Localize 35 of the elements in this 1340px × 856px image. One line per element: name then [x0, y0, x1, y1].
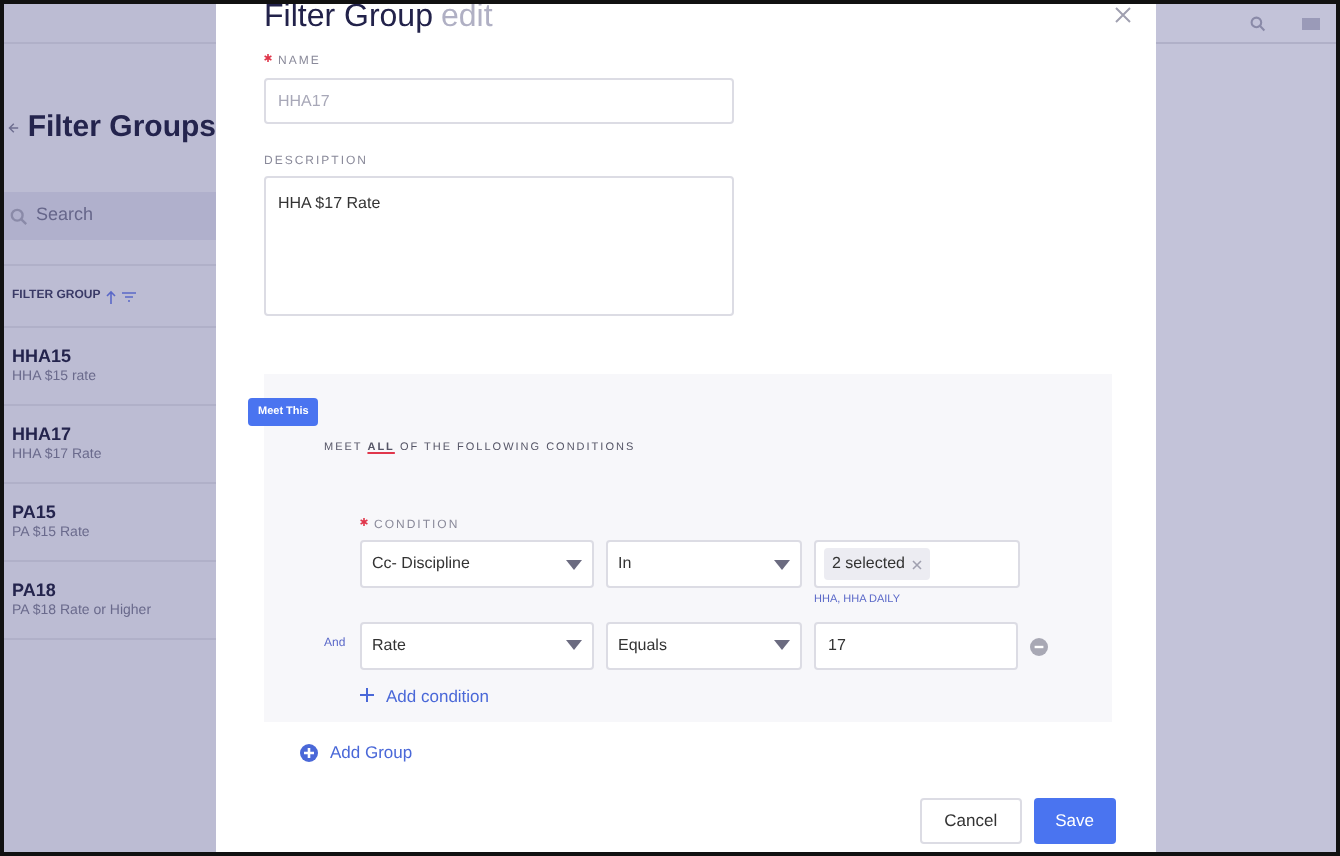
row-name: HHA17: [12, 423, 74, 445]
value-field[interactable]: 17: [814, 621, 1018, 669]
search-icon: [10, 207, 28, 225]
required-icon: [264, 54, 272, 62]
caret-icon: [774, 559, 790, 570]
back-arrow-icon[interactable]: [8, 120, 20, 136]
page-title: Filter Groups: [27, 107, 216, 148]
operator-select[interactable]: Equals: [606, 621, 802, 669]
value-multiselect[interactable]: 2 selected: [814, 540, 1020, 589]
remove-tag-icon[interactable]: [912, 559, 923, 570]
name-field[interactable]: HHA17: [264, 78, 734, 124]
close-icon[interactable]: [1114, 6, 1132, 24]
add-group-button[interactable]: Add Group: [300, 740, 413, 766]
add-condition-button[interactable]: Add condition: [360, 683, 490, 709]
row-name: PA18: [12, 579, 58, 601]
required-icon: [360, 518, 368, 527]
plus-icon: [360, 688, 374, 703]
row-name: PA15: [12, 501, 58, 523]
menu-icon[interactable]: [1302, 17, 1320, 29]
row-name: HHA15: [12, 345, 74, 367]
field-select[interactable]: Rate: [360, 621, 594, 669]
caret-icon: [566, 640, 582, 650]
description-field[interactable]: HHA $17 Rate: [264, 176, 734, 316]
cancel-button[interactable]: Cancel: [920, 798, 1022, 844]
plus-circle-icon: [300, 743, 318, 762]
search-icon[interactable]: [1250, 15, 1266, 31]
save-button[interactable]: Save: [1033, 798, 1116, 844]
field-select[interactable]: Cc- Discipline: [360, 540, 594, 589]
caret-icon: [566, 559, 582, 570]
remove-icon[interactable]: [1030, 637, 1048, 655]
operator-select[interactable]: In: [606, 540, 802, 589]
filter-icon[interactable]: [122, 291, 137, 301]
sort-up-icon[interactable]: [106, 289, 117, 303]
selection-tag: 2 selected: [824, 548, 931, 581]
caret-icon: [774, 640, 790, 650]
